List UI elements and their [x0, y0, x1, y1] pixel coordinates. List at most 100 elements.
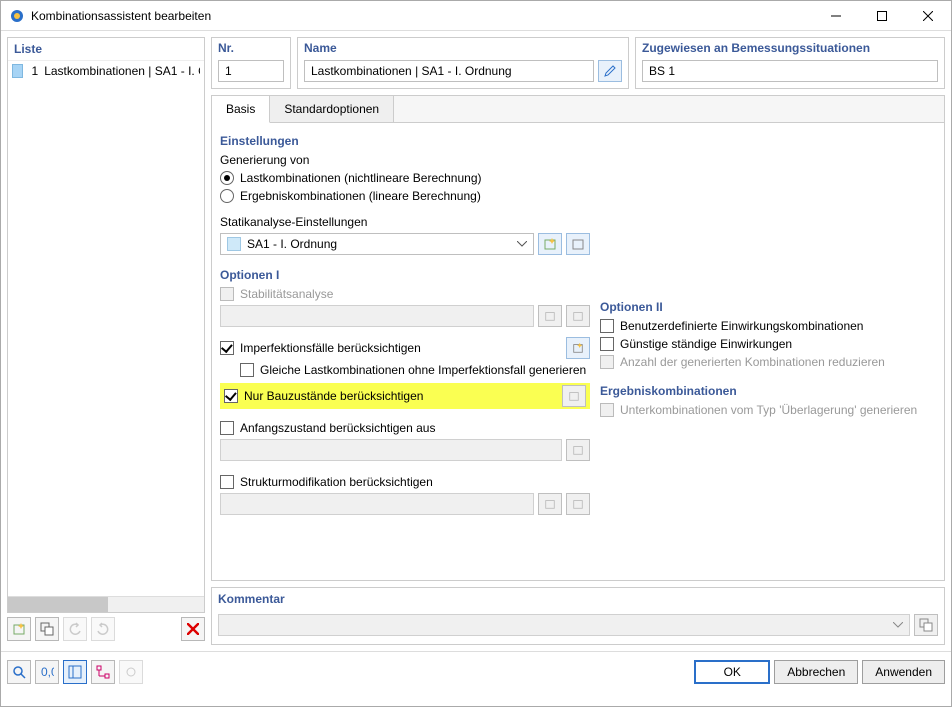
- undo-button[interactable]: [63, 617, 87, 641]
- chk-favorable-permanent[interactable]: [600, 337, 614, 351]
- name-label: Name: [298, 38, 628, 58]
- stability-edit-button: [566, 305, 590, 327]
- kommentar-input[interactable]: [218, 614, 910, 636]
- script-button[interactable]: [119, 660, 143, 684]
- chk-reduce-count-label: Anzahl der generierten Kombinationen red…: [620, 355, 885, 369]
- copy-icon: [919, 618, 933, 632]
- chk-subkombi: [600, 403, 614, 417]
- redo-icon: [96, 622, 110, 636]
- chk-imperfection-sub[interactable]: [240, 363, 254, 377]
- help-button[interactable]: [7, 660, 31, 684]
- name-input[interactable]: Lastkombinationen | SA1 - I. Ordnung: [304, 60, 594, 82]
- pencil-icon: [603, 64, 617, 78]
- chk-user-combinations-label: Benutzerdefinierte Einwirkungskombinatio…: [620, 319, 863, 333]
- structural-mod-edit-button: [566, 493, 590, 515]
- folder-icon: [572, 444, 584, 456]
- situation-input[interactable]: BS 1: [642, 60, 938, 82]
- stability-dropdown: [220, 305, 534, 327]
- analysis-value: SA1 - I. Ordnung: [247, 237, 337, 251]
- new-icon: [544, 498, 556, 510]
- folder-icon: [572, 498, 584, 510]
- nr-input[interactable]: 1: [218, 60, 284, 82]
- new-icon: [544, 310, 556, 322]
- folder-icon: [572, 310, 584, 322]
- generation-label: Generierung von: [220, 153, 309, 167]
- units-button[interactable]: 0,00: [35, 660, 59, 684]
- list-item[interactable]: 1 Lastkombinationen | SA1 - I. Ordnung: [8, 61, 204, 81]
- copy-item-button[interactable]: [35, 617, 59, 641]
- list-item-number: 1: [27, 64, 38, 78]
- bauzustaende-settings-button: [562, 385, 586, 407]
- tab-standardoptionen[interactable]: Standardoptionen: [270, 96, 394, 122]
- layout-icon: [68, 665, 82, 679]
- chevron-down-icon: [517, 241, 527, 247]
- search-icon: [12, 665, 26, 679]
- chk-subkombi-label: Unterkombinationen vom Typ 'Überlagerung…: [620, 403, 917, 417]
- chk-structural-mod-label: Strukturmodifikation berücksichtigen: [240, 475, 433, 489]
- window-title: Kombinationsassistent bearbeiten: [31, 9, 813, 23]
- tree-button[interactable]: [91, 660, 115, 684]
- analysis-settings-label: Statikanalyse-Einstellungen: [220, 215, 367, 229]
- gear-icon: [124, 665, 138, 679]
- delete-icon: [187, 623, 199, 635]
- delete-item-button[interactable]: [181, 617, 205, 641]
- item-list: Liste 1 Lastkombinationen | SA1 - I. Ord…: [7, 37, 205, 613]
- analysis-swatch: [227, 237, 241, 251]
- chk-stability: [220, 287, 234, 301]
- layout-button[interactable]: [63, 660, 87, 684]
- nr-label: Nr.: [212, 38, 290, 58]
- list-item-label: Lastkombinationen | SA1 - I. Ordnung: [44, 64, 200, 78]
- radio-load-combinations-label: Lastkombinationen (nichtlineare Berechnu…: [240, 171, 481, 185]
- structural-mod-dropdown: [220, 493, 534, 515]
- section-opt1-title: Optionen I: [220, 265, 590, 285]
- analysis-dropdown[interactable]: SA1 - I. Ordnung: [220, 233, 534, 255]
- radio-result-combinations-label: Ergebniskombinationen (lineare Berechnun…: [240, 189, 481, 203]
- chk-initial-state-label: Anfangszustand berücksichtigen aus: [240, 421, 435, 435]
- folder-icon: [571, 237, 585, 251]
- apply-button[interactable]: Anwenden: [862, 660, 945, 684]
- redo-button[interactable]: [91, 617, 115, 641]
- kommentar-label: Kommentar: [212, 588, 944, 610]
- ok-button[interactable]: OK: [694, 660, 770, 684]
- app-icon: [9, 8, 25, 24]
- copy-icon: [40, 622, 54, 636]
- list-item-swatch: [12, 64, 23, 78]
- folder-icon: [568, 390, 580, 402]
- chk-imperfection-label: Imperfektionsfälle berücksichtigen: [240, 341, 421, 355]
- edit-name-button[interactable]: [598, 60, 622, 82]
- chk-user-combinations[interactable]: [600, 319, 614, 333]
- chk-stability-label: Stabilitätsanalyse: [240, 287, 333, 301]
- cancel-button[interactable]: Abbrechen: [774, 660, 858, 684]
- structural-mod-new-button: [538, 493, 562, 515]
- undo-icon: [68, 622, 82, 636]
- tab-basis[interactable]: Basis: [212, 96, 270, 123]
- new-icon: [12, 622, 26, 636]
- list-header: Liste: [8, 38, 204, 61]
- new-item-button[interactable]: [7, 617, 31, 641]
- svg-text:0,00: 0,00: [41, 665, 54, 679]
- radio-load-combinations[interactable]: [220, 171, 234, 185]
- chk-bauzustaende[interactable]: [224, 389, 238, 403]
- chk-structural-mod[interactable]: [220, 475, 234, 489]
- kommentar-library-button[interactable]: [914, 614, 938, 636]
- new-icon: [543, 237, 557, 251]
- maximize-button[interactable]: [859, 1, 905, 31]
- chk-reduce-count: [600, 355, 614, 369]
- situation-label: Zugewiesen an Bemessungssituationen: [636, 38, 944, 58]
- chk-imperfection[interactable]: [220, 341, 234, 355]
- chk-bauzustaende-label: Nur Bauzustände berücksichtigen: [244, 389, 423, 403]
- tree-icon: [96, 665, 110, 679]
- analysis-new-button[interactable]: [538, 233, 562, 255]
- close-window-button[interactable]: [905, 1, 951, 31]
- chevron-down-icon: [893, 622, 903, 628]
- section-settings-title: Einstellungen: [220, 131, 590, 151]
- radio-result-combinations[interactable]: [220, 189, 234, 203]
- section-opt2-title: Optionen II: [600, 297, 936, 317]
- chk-imperfection-sub-label: Gleiche Lastkombinationen ohne Imperfekt…: [260, 363, 586, 377]
- minimize-button[interactable]: [813, 1, 859, 31]
- analysis-edit-button[interactable]: [566, 233, 590, 255]
- chk-initial-state[interactable]: [220, 421, 234, 435]
- horizontal-scrollbar[interactable]: [8, 596, 204, 612]
- initial-state-edit-button: [566, 439, 590, 461]
- imperfection-settings-button[interactable]: [566, 337, 590, 359]
